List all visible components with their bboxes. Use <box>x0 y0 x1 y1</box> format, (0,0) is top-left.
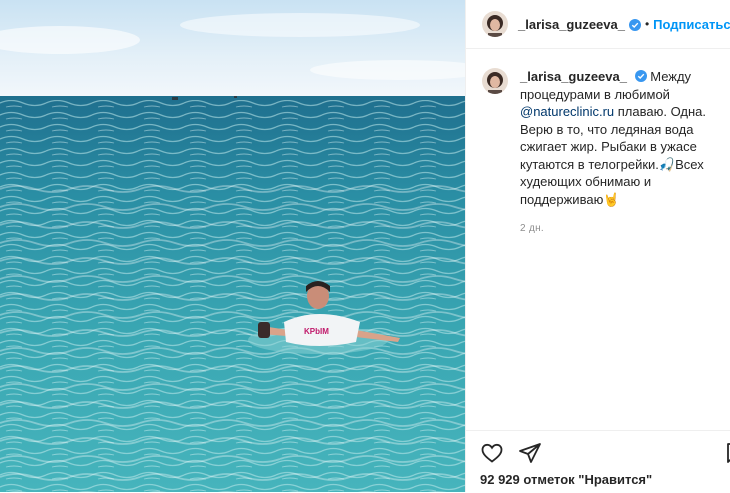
bookmark-icon[interactable] <box>723 441 730 465</box>
share-icon[interactable] <box>518 441 542 465</box>
follow-button[interactable]: Подписаться <box>653 17 730 32</box>
post-photo[interactable]: KPbIM <box>0 0 465 492</box>
verified-icon <box>628 18 641 31</box>
post-sidebar: _larisa_guzeeva_ • Подписаться _larisa_g… <box>465 0 730 492</box>
caption-avatar[interactable] <box>482 68 508 94</box>
avatar[interactable] <box>482 11 508 37</box>
shirt-text: KPbIM <box>304 327 329 336</box>
caption: _larisa_guzeeva_ Между процедурами в люб… <box>482 68 730 238</box>
fishing-emoji: 🎣 <box>658 156 676 172</box>
heart-icon[interactable] <box>480 441 504 465</box>
avatar-image <box>482 11 508 37</box>
avatar-image <box>482 68 508 94</box>
likes-count[interactable]: 92 929 отметок "Нравится" <box>480 472 652 487</box>
post-header: _larisa_guzeeva_ • Подписаться <box>466 0 730 49</box>
header-username[interactable]: _larisa_guzeeva_ <box>518 17 625 32</box>
separator-dot: • <box>644 17 650 31</box>
post-actions: 92 929 отметок "Нравится" <box>466 430 730 493</box>
post-time[interactable]: 2 дн. <box>520 220 730 238</box>
sea-photo: KPbIM <box>0 0 465 492</box>
caption-username[interactable]: _larisa_guzeeva_ <box>520 69 627 84</box>
verified-icon <box>634 69 647 82</box>
mention-link[interactable]: @natureclinic.ru <box>520 104 614 119</box>
caption-text: _larisa_guzeeva_ Между процедурами в люб… <box>520 68 730 238</box>
hand-emoji: 🤘 <box>603 191 620 207</box>
